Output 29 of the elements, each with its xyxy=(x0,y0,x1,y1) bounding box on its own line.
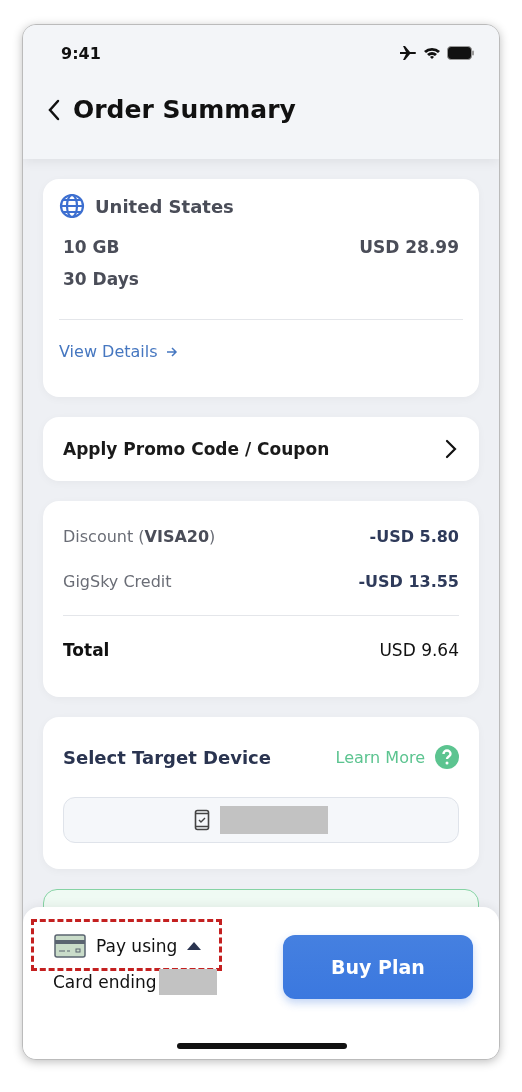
arrow-right-icon xyxy=(165,346,178,357)
data-amount: 10 GB xyxy=(63,236,121,259)
total-label: Total xyxy=(63,640,110,660)
card-ending-label: Card ending xyxy=(53,972,157,992)
charge-label: GigSky Credit xyxy=(63,572,172,591)
charge-amount: -USD 13.55 xyxy=(358,572,459,591)
phone-check-icon xyxy=(194,809,210,831)
page-title: Order Summary xyxy=(73,95,296,124)
charge-amount: -USD 5.80 xyxy=(369,527,459,546)
help-icon xyxy=(435,745,459,769)
charge-label: Discount (VISA20) xyxy=(63,527,216,546)
wifi-icon xyxy=(423,46,441,60)
section-title: Select Target Device xyxy=(63,746,271,768)
country-name: United States xyxy=(95,195,234,217)
globe-icon xyxy=(59,193,85,219)
caret-up-icon xyxy=(187,942,202,950)
plan-price: USD 28.99 xyxy=(359,236,459,259)
airplane-icon xyxy=(399,45,417,61)
credit-card-icon xyxy=(54,934,86,958)
status-time: 9:41 xyxy=(61,43,101,63)
promo-code-button[interactable]: Apply Promo Code / Coupon xyxy=(43,417,479,481)
battery-icon xyxy=(447,46,475,60)
back-icon[interactable] xyxy=(47,98,61,121)
redaction-block xyxy=(158,969,217,995)
total-amount: USD 9.64 xyxy=(379,640,459,660)
buy-plan-button[interactable]: Buy Plan xyxy=(283,935,473,999)
chevron-right-icon xyxy=(445,439,457,459)
view-details-link[interactable]: View Details xyxy=(59,342,178,361)
plan-duration: 30 Days xyxy=(63,268,139,291)
